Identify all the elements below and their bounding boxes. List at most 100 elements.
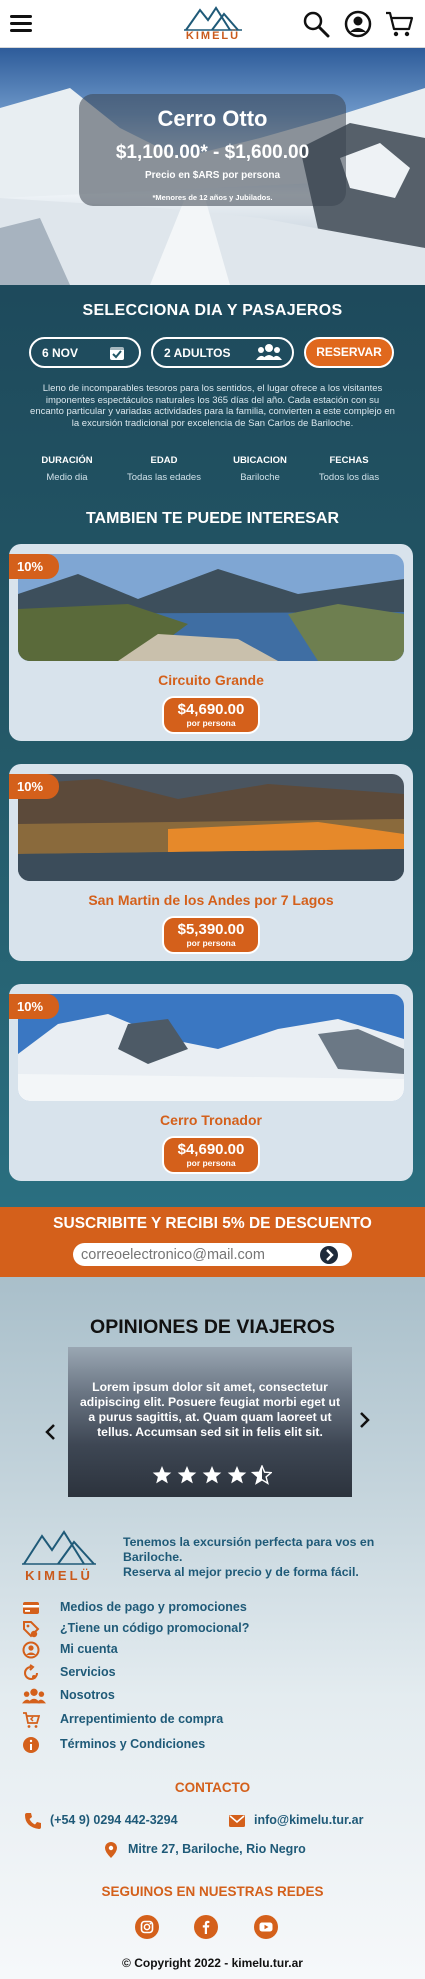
- spec-value: Medio dia: [46, 472, 88, 483]
- footer-link-label: Servicios: [60, 1665, 116, 1679]
- hamburger-icon[interactable]: [10, 14, 32, 32]
- spec-value: Todas las edades: [127, 472, 201, 483]
- footer-link-label: Mi cuenta: [60, 1642, 118, 1656]
- footer-link-label: Arrepentimiento de compra: [60, 1712, 224, 1726]
- discount-badge: 10%: [9, 774, 59, 799]
- mail-icon: [229, 1815, 245, 1827]
- spec-location: UBICACION Bariloche: [215, 455, 305, 483]
- search-icon[interactable]: [302, 10, 330, 38]
- tour-name[interactable]: San Martin de los Andes por 7 Lagos: [9, 892, 413, 908]
- logo-wordmark: KIMELÜ: [185, 30, 241, 42]
- contact-address-text: Mitre 27, Bariloche, Rio Negro: [128, 1842, 306, 1856]
- services-icon: [24, 1664, 38, 1680]
- contact-phone-text: (+54 9) 0294 442-3294: [50, 1813, 178, 1827]
- price-unit: por persona: [186, 938, 236, 948]
- group-icon: [22, 1688, 46, 1704]
- logo-wordmark: KIMELÜ: [25, 1568, 93, 1583]
- tour-price: $4,690.00: [177, 701, 245, 718]
- cart-return-icon: [23, 1712, 40, 1728]
- hero-image: Cerro Otto $1,100.00* - $1,600.00 Precio…: [0, 48, 425, 285]
- review-text: Lorem ipsum dolor sit amet, consectetur …: [79, 1380, 341, 1439]
- spec-dates: FECHAS Todos los dias: [304, 455, 394, 483]
- tour-card[interactable]: 10% Cerro Tronador $4,690.00 por persona: [9, 984, 413, 1181]
- price-unit: por persona: [186, 1158, 236, 1168]
- tour-price: $5,390.00: [177, 921, 245, 938]
- tagline-line: Tenemos la excursión perfecta para vos e…: [123, 1535, 375, 1564]
- social-title: SEGUINOS EN NUESTRAS REDES: [101, 1884, 324, 1899]
- subscribe-title: SUSCRIBITE Y RECIBI 5% DE DESCUENTO: [53, 1215, 372, 1232]
- tour-image[interactable]: [18, 554, 404, 661]
- reviews-title: OPINIONES DE VIAJEROS: [90, 1316, 335, 1338]
- footer-link-about[interactable]: Nosotros: [20, 1686, 400, 1708]
- logo[interactable]: KIMELÜ: [182, 2, 244, 46]
- star-icon: [152, 1466, 172, 1484]
- tour-image[interactable]: [18, 774, 404, 881]
- chevron-right-icon[interactable]: [357, 1411, 371, 1429]
- date-picker[interactable]: 6 NOV: [29, 337, 141, 368]
- footer-link-label: Términos y Condiciones: [60, 1737, 206, 1751]
- contact-email[interactable]: info@kimelu.tur.ar: [228, 1811, 408, 1831]
- contact-email-text: info@kimelu.tur.ar: [254, 1813, 364, 1827]
- date-value: 6 NOV: [42, 346, 79, 360]
- spec-value: Todos los dias: [318, 472, 380, 483]
- tour-price: $4,690.00: [177, 1141, 245, 1158]
- phone-icon: [25, 1813, 41, 1829]
- chevron-left-icon[interactable]: [44, 1423, 58, 1441]
- footer-link-label: Nosotros: [60, 1688, 115, 1702]
- tour-price-range: $1,100.00* - $1,600.00: [115, 142, 310, 163]
- instagram-icon[interactable]: [135, 1915, 159, 1939]
- spec-label: EDAD: [150, 455, 178, 466]
- half-star-icon: [251, 1465, 272, 1485]
- discount-badge: 10%: [9, 554, 59, 579]
- tour-price-button[interactable]: $5,390.00 por persona: [162, 916, 260, 954]
- price-note: *Menores de 12 años y Jubilados.: [152, 193, 273, 202]
- user-icon[interactable]: [344, 10, 372, 38]
- send-arrow-icon[interactable]: [320, 1246, 338, 1264]
- youtube-icon[interactable]: [254, 1915, 278, 1939]
- tag-icon: [23, 1621, 40, 1638]
- booking-title: SELECCIONA DIA Y PASAJEROS: [82, 302, 343, 319]
- tour-price-button[interactable]: $4,690.00 por persona: [162, 696, 260, 734]
- footer-link-label: Medios de pago y promociones: [60, 1600, 247, 1614]
- contact-address[interactable]: Mitre 27, Bariloche, Rio Negro: [102, 1840, 332, 1860]
- spec-value: Bariloche: [240, 472, 280, 483]
- footer-link-account[interactable]: Mi cuenta: [20, 1640, 400, 1662]
- passengers-value: 2 ADULTOS: [164, 346, 231, 360]
- footer-link-promo[interactable]: ¿Tiene un código promocional?: [20, 1619, 400, 1641]
- facebook-icon[interactable]: [194, 1915, 218, 1939]
- footer-link-refund[interactable]: Arrepentimiento de compra: [20, 1710, 400, 1732]
- price-unit: por persona: [186, 718, 236, 728]
- header: KIMELÜ: [0, 0, 425, 48]
- tour-image[interactable]: [18, 994, 404, 1101]
- footer-logo[interactable]: KIMELÜ: [20, 1528, 98, 1584]
- spec-duration: DURACIÓN Medio dia: [22, 455, 112, 483]
- price-caption: Precio en $ARS por persona: [144, 170, 281, 181]
- rating-stars: [152, 1465, 272, 1485]
- footer-link-terms[interactable]: Términos y Condiciones: [20, 1735, 400, 1757]
- tour-description: Lleno de incomparables tesoros para los …: [30, 383, 395, 429]
- card-icon: [23, 1602, 39, 1614]
- cart-icon[interactable]: [384, 10, 414, 38]
- copyright: © Copyright 2022 - kimelu.tur.ar: [122, 1956, 303, 1970]
- account-icon: [22, 1641, 40, 1659]
- star-icon: [177, 1466, 197, 1484]
- footer-link-payments[interactable]: Medios de pago y promociones: [20, 1598, 400, 1620]
- spec-label: FECHAS: [329, 455, 369, 466]
- tour-name[interactable]: Cerro Tronador: [9, 1112, 413, 1128]
- tour-card[interactable]: 10% San Martin de los Andes por 7 Lagos …: [9, 764, 413, 961]
- spec-label: UBICACION: [233, 455, 287, 466]
- contact-title: CONTACTO: [174, 1780, 251, 1795]
- footer-link-services[interactable]: Servicios: [20, 1663, 400, 1685]
- tour-price-button[interactable]: $4,690.00 por persona: [162, 1136, 260, 1174]
- subscribe-email-input[interactable]: [73, 1243, 352, 1266]
- discount-badge: 10%: [9, 994, 59, 1019]
- tagline-line: Reserva al mejor precio y de forma fácil…: [123, 1565, 359, 1579]
- passengers-picker[interactable]: 2 ADULTOS: [151, 337, 294, 368]
- tour-card[interactable]: 10% Circuito Grande $4,690.00 por person…: [9, 544, 413, 741]
- tour-name[interactable]: Circuito Grande: [9, 672, 413, 688]
- info-icon: [23, 1737, 39, 1753]
- related-tours-title: TAMBIEN TE PUEDE INTERESAR: [85, 510, 340, 527]
- contact-phone[interactable]: (+54 9) 0294 442-3294: [24, 1811, 204, 1831]
- footer-tagline: Tenemos la excursión perfecta para vos e…: [123, 1535, 413, 1580]
- reserve-button[interactable]: RESERVAR: [304, 337, 394, 368]
